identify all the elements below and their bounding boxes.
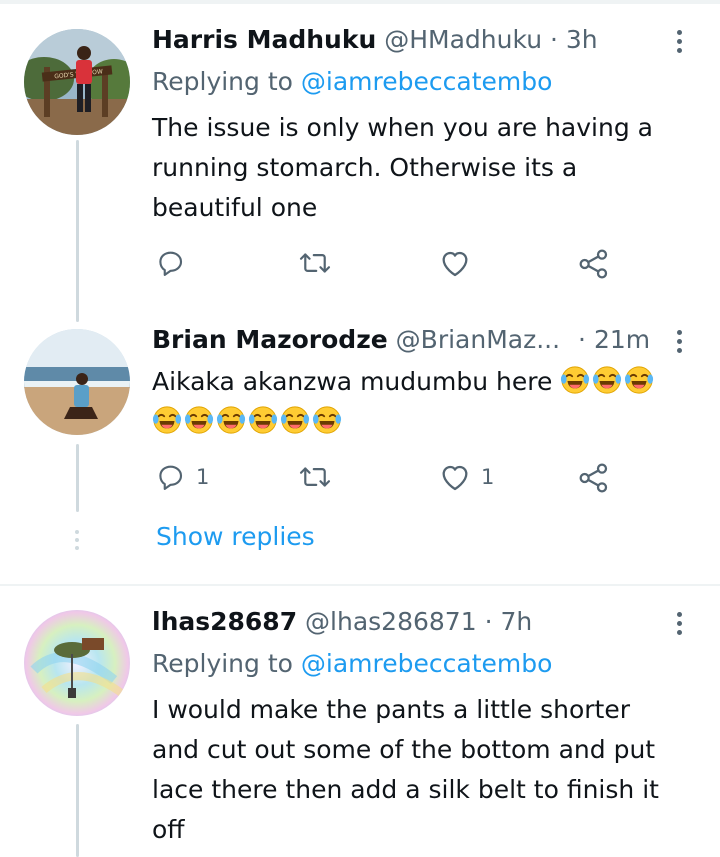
tweet-text-line: I would make the pants a little shorter (152, 695, 630, 724)
thread-continuation-dots (75, 530, 79, 554)
avatar-photo-icon (24, 610, 130, 716)
replying-prefix: Replying to (152, 67, 293, 96)
reply-button[interactable] (156, 248, 186, 278)
tweet-text-span: Aikaka akanzwa mudumbu here (152, 367, 553, 396)
like-count: 1 (481, 465, 495, 489)
face-with-tears-of-joy-icon (152, 406, 182, 434)
face-with-tears-of-joy-icon (625, 366, 654, 394)
avatar-harris[interactable]: GOD'S WINDOW (24, 29, 130, 135)
face-with-tears-of-joy-icon (280, 406, 310, 434)
avatar-photo-icon (24, 329, 130, 435)
replying-to: Replying to @iamrebeccatembo (152, 648, 552, 680)
mention-link[interactable]: @iamrebeccatembo (301, 649, 553, 678)
mention-link[interactable]: @iamrebeccatembo (301, 67, 553, 96)
timestamp[interactable]: 7h (500, 607, 532, 636)
more-options-icon[interactable] (675, 30, 683, 57)
face-with-tears-of-joy-icon (561, 366, 590, 394)
author-name[interactable]: Harris Madhuku (152, 25, 376, 54)
reply-count: 1 (196, 465, 210, 489)
heart-icon (442, 251, 468, 277)
replying-prefix: Replying to (152, 649, 293, 678)
replying-to: Replying to @iamrebeccatembo (152, 66, 552, 98)
retweet-icon (299, 253, 331, 273)
tweet-header: lhas28687 @lhas286871 · 7h (152, 606, 532, 638)
face-with-tears-of-joy-icon (312, 406, 342, 434)
face-with-tears-of-joy-icon (184, 406, 214, 434)
share-button[interactable] (578, 462, 610, 494)
heart-icon (442, 465, 468, 491)
tweet-text-line: running stomarch. Otherwise its a (152, 153, 578, 182)
reply-icon (159, 251, 183, 276)
tweet-header: Brian Mazorodze @BrianMaz... · 21m (152, 324, 650, 356)
share-icon (579, 249, 608, 279)
thread-line (76, 140, 79, 322)
face-with-tears-of-joy-icon (593, 366, 622, 394)
retweet-button[interactable] (298, 248, 332, 278)
reply-icon (159, 465, 183, 490)
tweet-text-line: lace there then add a silk belt to finis… (152, 775, 659, 804)
tweet-text-line: The issue is only when you are having a (152, 113, 653, 142)
share-icon (579, 463, 608, 493)
author-handle[interactable]: @lhas286871 (305, 607, 477, 636)
author-handle[interactable]: @BrianMaz... (396, 325, 560, 354)
top-divider (0, 0, 720, 4)
thread-line (76, 444, 79, 512)
author-handle[interactable]: @HMadhuku (384, 25, 542, 54)
reply-button[interactable]: 1 (156, 462, 209, 492)
avatar-brian[interactable] (24, 329, 130, 435)
separator: · (550, 25, 558, 54)
retweet-icon (299, 467, 331, 487)
more-options-icon[interactable] (675, 612, 683, 639)
share-button[interactable] (578, 248, 610, 280)
timestamp[interactable]: 3h (566, 25, 598, 54)
like-button[interactable]: 1 (439, 462, 494, 492)
like-button[interactable] (439, 248, 471, 278)
face-with-tears-of-joy-icon (216, 406, 246, 434)
tweet-text-line: and cut out some of the bottom and put (152, 735, 656, 764)
tweet-text: Aikaka akanzwa mudumbu here (152, 362, 656, 442)
tweet-text-line-1: Aikaka akanzwa mudumbu here (152, 362, 656, 402)
tweet-text: I would make the pants a little shorter … (152, 690, 659, 850)
separator: · (484, 607, 493, 636)
thread-line (76, 724, 79, 857)
separator: · (578, 325, 586, 354)
face-with-tears-of-joy-icon (248, 406, 278, 434)
tweet-text-line: off (152, 815, 185, 844)
emoji-group (152, 402, 656, 442)
author-name[interactable]: lhas28687 (152, 607, 297, 636)
timestamp[interactable]: 21m (594, 325, 650, 354)
emoji-group (560, 366, 656, 396)
more-options-icon[interactable] (675, 330, 683, 357)
tweet-header: Harris Madhuku @HMadhuku · 3h (152, 24, 598, 56)
retweet-button[interactable] (298, 462, 332, 492)
show-replies-link[interactable]: Show replies (156, 522, 315, 551)
tweet-text: The issue is only when you are having a … (152, 108, 653, 228)
avatar-lhas[interactable] (24, 610, 130, 716)
section-divider (0, 584, 720, 586)
avatar-photo-icon: GOD'S WINDOW (24, 29, 130, 135)
author-name[interactable]: Brian Mazorodze (152, 325, 388, 354)
tweet-text-line: beautiful one (152, 193, 318, 222)
